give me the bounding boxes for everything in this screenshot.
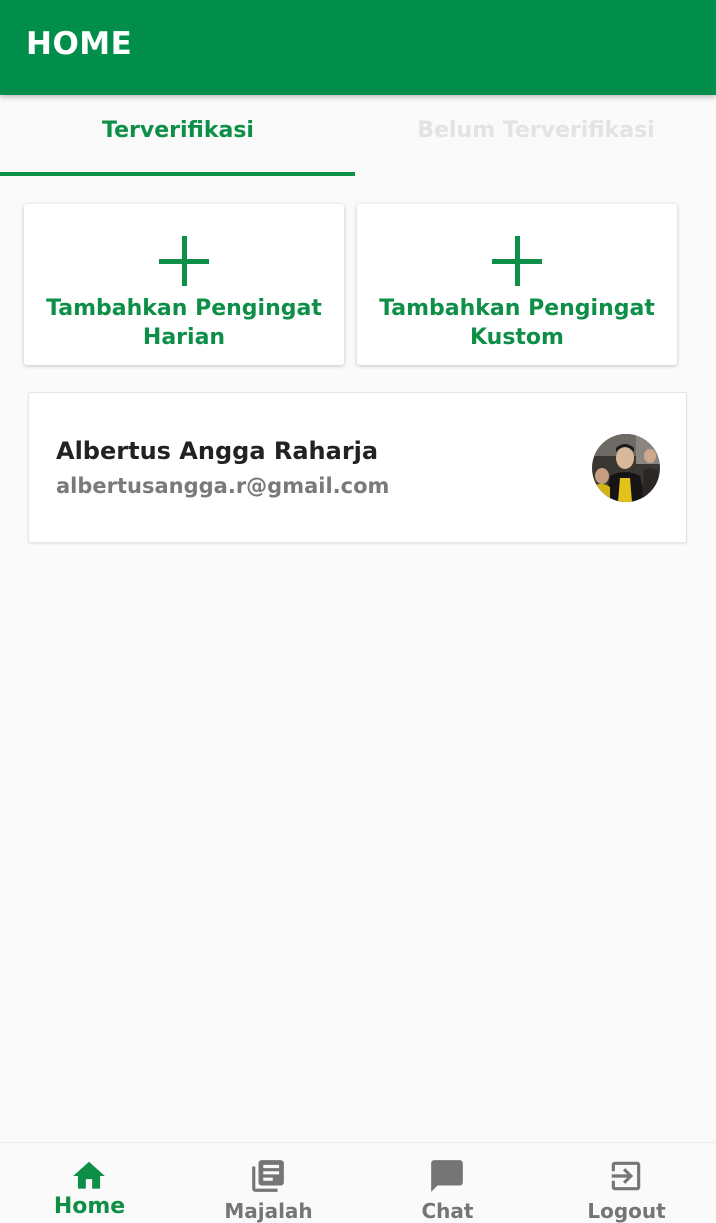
add-daily-reminder-button[interactable]: Tambahkan Pengingat Harian: [24, 204, 344, 365]
plus-icon: [159, 236, 209, 286]
add-custom-reminder-label: Tambahkan Pengingat Kustom: [357, 294, 677, 352]
tab-terverifikasi[interactable]: Terverifikasi: [0, 95, 356, 176]
profile-name: Albertus Angga Raharja: [56, 437, 379, 465]
nav-home[interactable]: Home: [0, 1143, 179, 1219]
home-icon: [73, 1161, 105, 1189]
avatar[interactable]: [592, 434, 660, 502]
chat-icon: [431, 1160, 463, 1192]
page-title: HOME: [26, 26, 133, 62]
add-custom-reminder-button[interactable]: Tambahkan Pengingat Kustom: [357, 204, 677, 365]
bottom-navigation: Home Majalah Chat Logout: [0, 1142, 716, 1223]
nav-logout-label: Logout: [587, 1199, 666, 1223]
app-bar: HOME: [0, 0, 716, 95]
nav-logout[interactable]: Logout: [537, 1143, 716, 1223]
add-daily-reminder-label: Tambahkan Pengingat Harian: [24, 294, 344, 352]
logout-icon: [611, 1161, 641, 1191]
magazine-icon: [252, 1160, 284, 1192]
add-daily-reminder-label-line1: Tambahkan Pengingat: [46, 296, 322, 321]
nav-home-label: Home: [53, 1194, 126, 1219]
nav-chat-label: Chat: [421, 1199, 474, 1223]
nav-majalah[interactable]: Majalah: [179, 1143, 358, 1223]
add-custom-reminder-label-line1: Tambahkan Pengingat: [379, 296, 655, 321]
add-custom-reminder-label-line2: Kustom: [470, 325, 564, 350]
nav-chat[interactable]: Chat: [358, 1143, 537, 1223]
plus-icon: [492, 236, 542, 286]
profile-card[interactable]: Albertus Angga Raharja albertusangga.r@g…: [28, 392, 687, 543]
profile-email: albertusangga.r@gmail.com: [56, 474, 390, 498]
tab-bar: Terverifikasi Belum Terverifikasi: [0, 95, 716, 176]
active-tab-indicator: [0, 172, 355, 176]
nav-majalah-label: Majalah: [224, 1199, 313, 1223]
tab-belum-terverifikasi[interactable]: Belum Terverifikasi: [358, 95, 714, 176]
add-daily-reminder-label-line2: Harian: [142, 325, 226, 350]
